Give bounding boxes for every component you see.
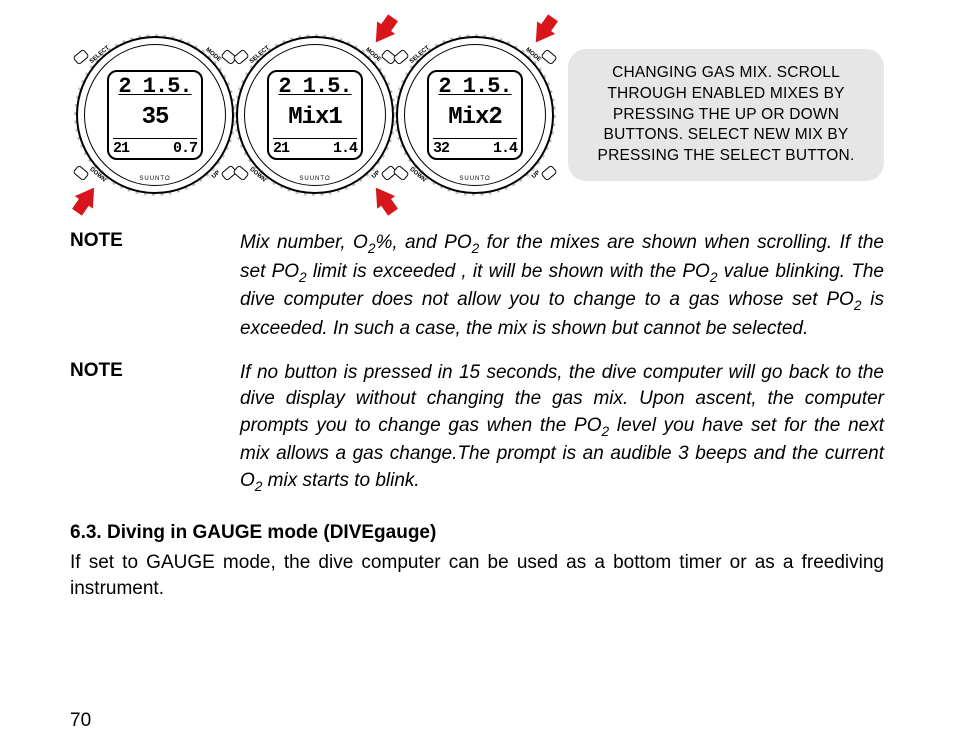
section-heading: 6.3. Diving in GAUGE mode (DIVEgauge) xyxy=(70,522,884,544)
screen-line3: 32 1.4 xyxy=(433,138,517,156)
arrow-up-icon xyxy=(75,181,103,208)
screen-line3: 21 1.4 xyxy=(273,138,357,156)
watch-2: SELECT MODE DOWN UP SUUNTO 2 1.5. Mix1 2… xyxy=(230,30,400,200)
mode-button-knob xyxy=(540,49,557,66)
screen-bottom-right: 1.4 xyxy=(493,141,517,156)
select-button-knob xyxy=(72,49,89,66)
arrow-down-icon xyxy=(527,21,555,48)
screen-line2: Mix1 xyxy=(273,106,357,130)
select-button-knob xyxy=(392,49,409,66)
watch-screen: 2 1.5. Mix2 32 1.4 xyxy=(427,70,523,160)
screen-bottom-left: 32 xyxy=(433,141,449,156)
page-number: 70 xyxy=(70,710,91,732)
callout-bubble: CHANGING GAS MIX. SCROLL THROUGH ENABLED… xyxy=(568,49,884,182)
figure-row: SELECT MODE DOWN UP SUUNTO 2 1.5. 35 21 … xyxy=(70,30,884,200)
note-label: NOTE xyxy=(70,360,240,496)
note-label: NOTE xyxy=(70,230,240,342)
watch-3: SELECT MODE DOWN UP SUUNTO 2 1.5. Mix2 3… xyxy=(390,30,560,200)
callout: CHANGING GAS MIX. SCROLL THROUGH ENABLED… xyxy=(568,49,884,182)
screen-bottom-right: 1.4 xyxy=(333,141,357,156)
down-button-knob xyxy=(72,165,89,182)
brand-label: SUUNTO xyxy=(459,176,490,182)
up-button-knob xyxy=(540,165,557,182)
watch-screen: 2 1.5. Mix1 21 1.4 xyxy=(267,70,363,160)
screen-bottom-right: 0.7 xyxy=(173,141,197,156)
screen-line1: 2 1.5. xyxy=(433,76,517,98)
screen-line1: 2 1.5. xyxy=(273,76,357,98)
down-button-knob xyxy=(392,165,409,182)
note-2: NOTE If no button is pressed in 15 secon… xyxy=(70,360,884,496)
manual-page: SELECT MODE DOWN UP SUUNTO 2 1.5. 35 21 … xyxy=(0,0,954,756)
watch-1: SELECT MODE DOWN UP SUUNTO 2 1.5. 35 21 … xyxy=(70,30,240,200)
screen-line1: 2 1.5. xyxy=(113,76,197,98)
screen-line2: 35 xyxy=(113,106,197,130)
section-body: If set to GAUGE mode, the dive computer … xyxy=(70,550,884,602)
down-button-knob xyxy=(232,165,249,182)
screen-line3: 21 0.7 xyxy=(113,138,197,156)
brand-label: SUUNTO xyxy=(139,176,170,182)
watch-screen: 2 1.5. 35 21 0.7 xyxy=(107,70,203,160)
note-body: Mix number, O2%, and PO2 for the mixes a… xyxy=(240,230,884,342)
screen-line2: Mix2 xyxy=(433,106,517,130)
select-button-knob xyxy=(232,49,249,66)
note-body: If no button is pressed in 15 seconds, t… xyxy=(240,360,884,496)
screen-bottom-left: 21 xyxy=(273,141,289,156)
watch-group: SELECT MODE DOWN UP SUUNTO 2 1.5. 35 21 … xyxy=(70,30,550,200)
brand-label: SUUNTO xyxy=(299,176,330,182)
note-1: NOTE Mix number, O2%, and PO2 for the mi… xyxy=(70,230,884,342)
screen-bottom-left: 21 xyxy=(113,141,129,156)
